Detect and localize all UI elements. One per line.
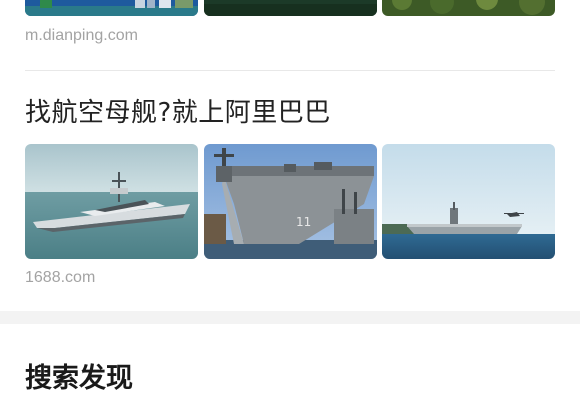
city-waterfront-thumb[interactable] [25,0,198,16]
aircraft-carrier-docked-thumb[interactable]: 11 [204,144,377,259]
result-image-row: 11 [25,144,555,259]
svg-text:11: 11 [296,215,311,229]
result-source-url[interactable]: 1688.com [25,269,95,287]
top-result-image-row [25,0,555,16]
result-title-link[interactable]: 找航空母舰?就上阿里巴巴 [25,92,331,129]
aircraft-carrier-at-sea-thumb[interactable] [382,144,555,259]
result-divider [25,70,555,71]
green-trees-thumb[interactable] [382,0,555,16]
result-source-url[interactable]: m.dianping.com [25,27,138,45]
luxury-yacht-thumb[interactable] [25,144,198,259]
search-discover-heading: 搜索发现 [25,363,133,394]
search-results-page: m.dianping.com 找航空母舰?就上阿里巴巴 11 1688.com … [0,0,580,415]
dark-water-thumb[interactable] [204,0,377,16]
section-separator [0,311,580,324]
